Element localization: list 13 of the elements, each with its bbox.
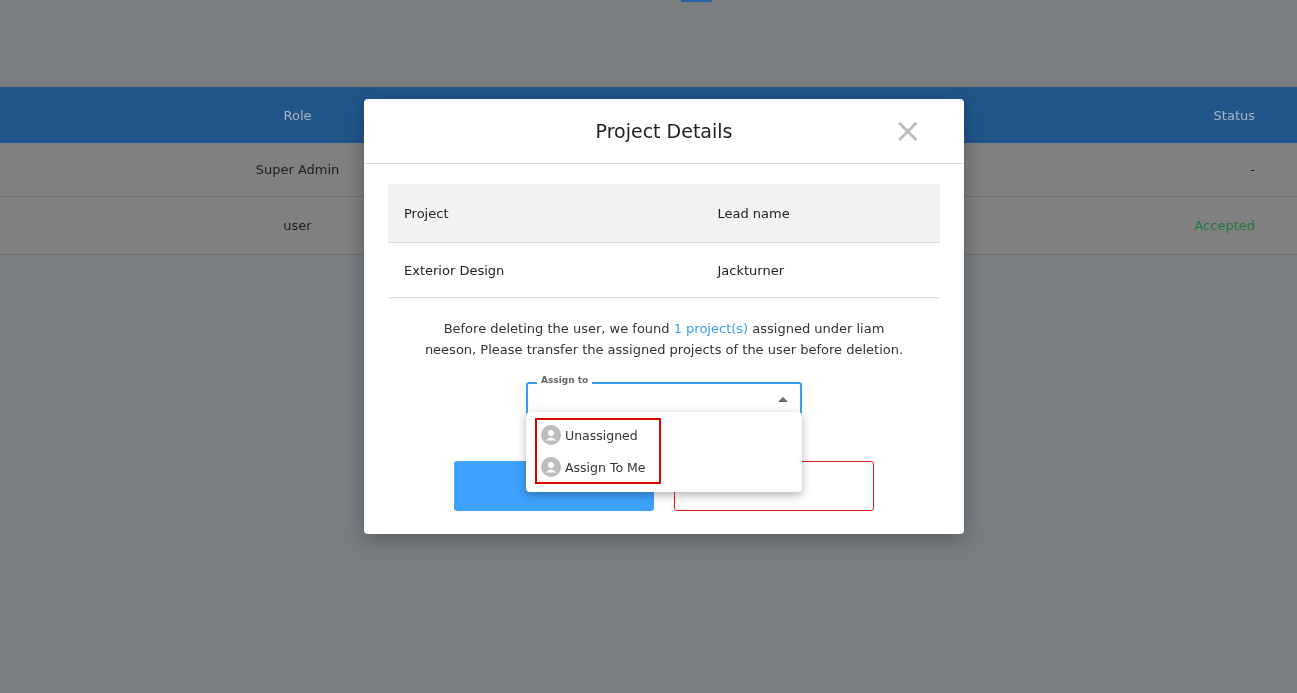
table-cell-text: user: [282, 218, 313, 233]
field-label: Assign to: [537, 375, 593, 385]
status-text: Accepted: [1193, 218, 1256, 233]
column-header: Project: [388, 184, 702, 243]
status-text: -: [1249, 162, 1256, 177]
column-header: Status: [1212, 107, 1256, 123]
table-cell: Exterior Design: [388, 242, 702, 298]
table-cell-text: Super Admin: [254, 162, 341, 177]
table-cell: Jackturner: [701, 242, 940, 298]
column-header: Lead name: [701, 184, 940, 243]
dialog-title: Project Details: [595, 120, 733, 142]
column-header: Role: [282, 107, 313, 123]
warning-message: Before deleting the user, we found 1 project(s) assigned under liam neeson, Please transfer the assigned projects of the user before deletion.: [423, 320, 905, 359]
